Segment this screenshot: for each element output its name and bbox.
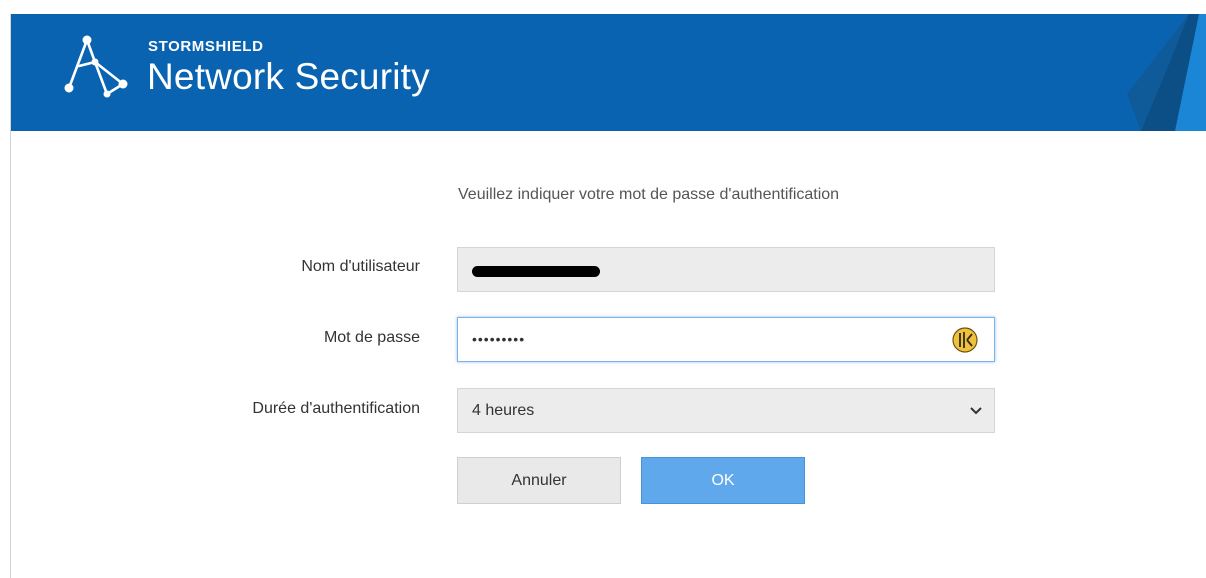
duration-label: Durée d'authentification: [252, 400, 420, 417]
stormshield-logo-icon: [64, 35, 128, 98]
auth-prompt: Veuillez indiquer votre mot de passe d'a…: [458, 186, 840, 203]
password-label: Mot de passe: [323, 329, 420, 346]
keeper-icon[interactable]: [952, 327, 978, 353]
header-decoration: [1127, 14, 1206, 131]
redaction-bar: [472, 266, 600, 277]
password-value: •••••••••: [472, 331, 526, 347]
header-banner: STORMSHIELD Network Security: [11, 14, 1206, 131]
product-name: Network Security: [147, 56, 430, 97]
brand-name-small: STORMSHIELD: [148, 38, 264, 55]
username-field[interactable]: [457, 247, 995, 292]
duration-select[interactable]: 4 heures: [457, 388, 995, 433]
username-label: Nom d'utilisateur: [301, 258, 420, 275]
cancel-button[interactable]: Annuler: [457, 457, 621, 504]
ok-button[interactable]: OK: [641, 457, 805, 504]
duration-selected-value: 4 heures: [472, 402, 535, 419]
password-field[interactable]: •••••••••: [457, 317, 995, 362]
chevron-down-icon: [970, 407, 982, 415]
